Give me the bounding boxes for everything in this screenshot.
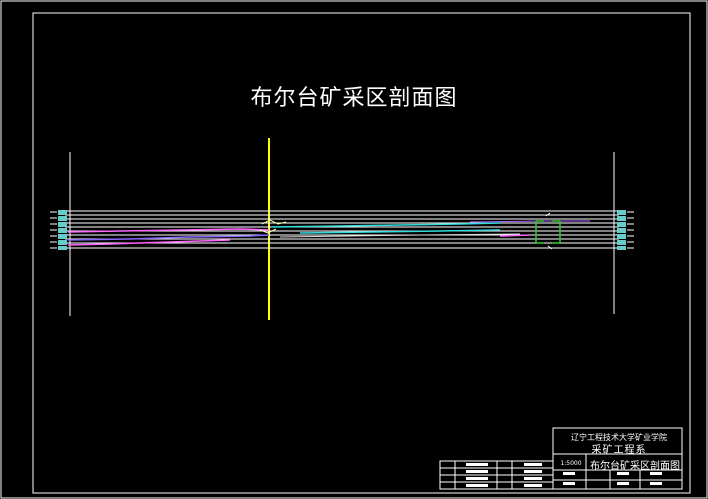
drawing-title: 布尔台矿采区剖面图 — [250, 86, 458, 111]
well-cell — [617, 240, 626, 245]
well-cell — [617, 246, 626, 250]
well-cell — [58, 228, 67, 233]
well-cell — [617, 228, 626, 233]
right-well-column — [617, 210, 634, 250]
well-cell — [58, 234, 67, 239]
title-block-department: 采矿工程系 — [591, 445, 647, 456]
section-drawing — [0, 0, 708, 499]
seam-purple-right — [469, 220, 590, 223]
well-cell — [58, 240, 67, 245]
sheet-border — [0, 0, 708, 499]
seam-cyan — [271, 222, 501, 228]
title-block-scale: 1:5000 — [560, 460, 582, 467]
well-cell — [58, 246, 67, 250]
well-cell — [617, 216, 626, 221]
well-cell — [58, 216, 67, 221]
well-cell — [58, 222, 67, 227]
coal-seams — [67, 220, 590, 246]
well-cell — [617, 222, 626, 227]
well-cell — [617, 210, 626, 215]
seam-magenta-right — [499, 234, 531, 237]
title-block-drawing-name: 布尔台矿采区剖面图 — [590, 461, 680, 472]
left-well-column — [50, 210, 67, 250]
well-cell — [58, 210, 67, 215]
well-cell — [617, 234, 626, 239]
